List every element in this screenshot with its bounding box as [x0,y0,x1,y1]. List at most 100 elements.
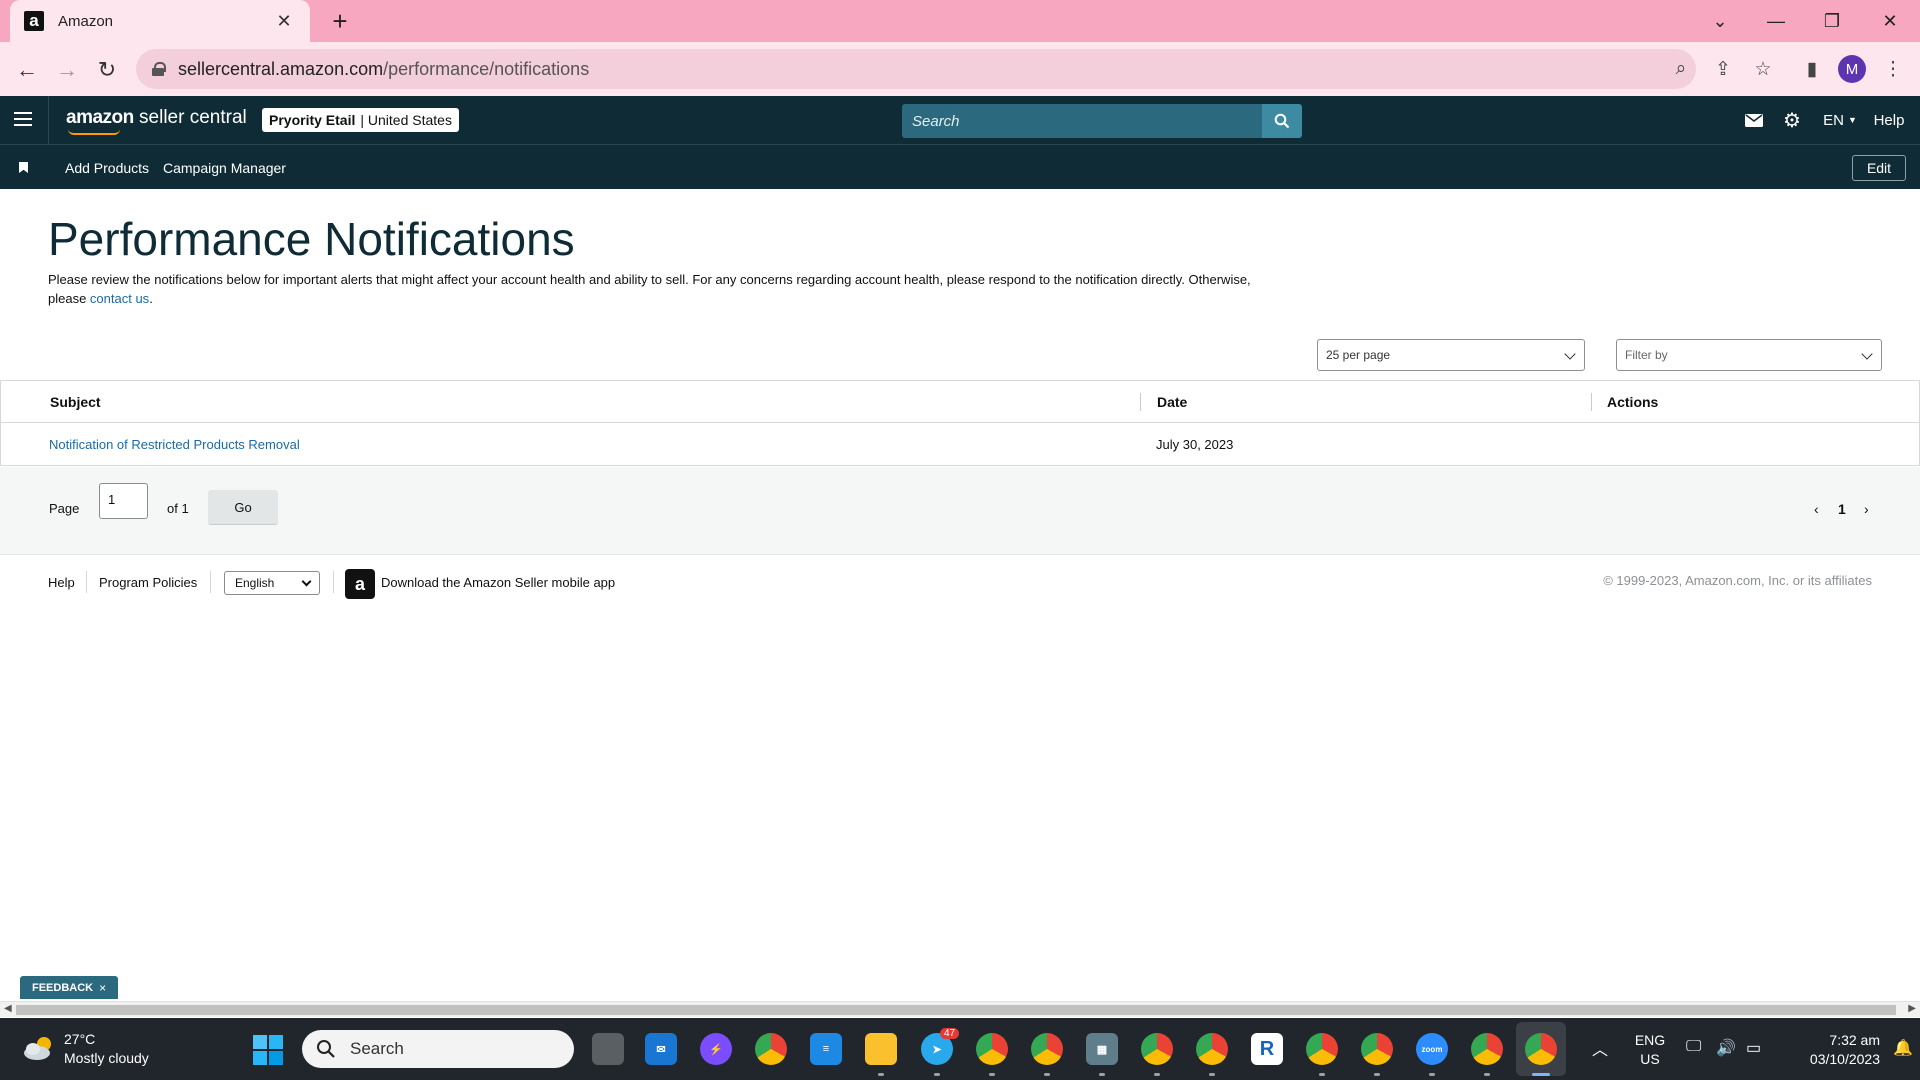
new-tab-icon[interactable]: + [325,6,355,36]
input-language[interactable]: ENG US [1630,1031,1670,1069]
chrome-profile-icon[interactable] [1031,1033,1063,1065]
contact-us-link[interactable]: contact us [90,291,149,306]
weather-widget[interactable]: 27°C Mostly cloudy [64,1030,149,1068]
footer-program-policies-link[interactable]: Program Policies [99,575,197,590]
bookmark-icon[interactable] [19,162,28,173]
chrome-profile-icon[interactable] [1471,1033,1503,1065]
chrome-icon[interactable] [755,1033,787,1065]
column-header-subject[interactable]: Subject [50,394,101,410]
help-link[interactable]: Help [1872,108,1906,132]
clock-date: 03/10/2023 [1809,1051,1880,1067]
per-page-select[interactable]: 25 per page [1317,339,1585,371]
clock-time: 7:32 am [1829,1032,1880,1048]
chrome-profile-icon[interactable] [1196,1033,1228,1065]
column-divider [1140,393,1141,411]
bookmark-campaign-manager[interactable]: Campaign Manager [163,160,286,176]
scroll-left-icon[interactable]: ◀ [4,1003,12,1014]
page-number-input[interactable]: 1 [99,483,148,519]
address-bar[interactable]: sellercentral.amazon.com/performance/not… [136,49,1696,89]
volume-icon[interactable]: 🔊 [1716,1038,1736,1058]
input-language-bottom: US [1640,1051,1660,1067]
current-page-number[interactable]: 1 [1838,501,1846,517]
back-icon[interactable]: ← [10,53,44,87]
next-page-icon[interactable]: › [1864,501,1869,517]
task-view-icon[interactable] [592,1033,624,1065]
seller-bookmarks-bar: Add Products Campaign Manager Edit [0,144,1920,189]
file-explorer-icon[interactable] [865,1033,897,1065]
feedback-button[interactable]: FEEDBACK × [20,976,119,999]
taskbar-search-label: Search [350,1039,404,1058]
zoom-app-icon[interactable]: zoom [1416,1033,1448,1065]
settings-gear-icon[interactable]: ⚙ [1782,108,1802,132]
network-icon[interactable]: 🖵 [1686,1038,1701,1056]
bookmark-star-icon[interactable]: ☆ [1746,52,1780,86]
go-button[interactable]: Go [208,490,278,525]
minimize-icon[interactable]: — [1756,6,1796,36]
share-icon[interactable]: ⇪ [1706,52,1740,86]
per-page-value: 25 per page [1326,348,1391,362]
search-icon [1274,113,1290,129]
bookmark-add-products[interactable]: Add Products [65,160,149,176]
chrome-profile-icon[interactable] [1306,1033,1338,1065]
intro-line-1: Please review the notifications below fo… [48,272,1251,287]
weather-cloud-icon[interactable] [22,1034,56,1062]
language-selector[interactable]: EN ▼ [1820,108,1860,132]
reload-icon[interactable]: ↻ [90,53,124,87]
messenger-icon[interactable]: ⚡ [700,1033,732,1065]
notepad-icon[interactable]: ≡ [810,1033,842,1065]
tab-search-chevron-icon[interactable]: ⌄ [1700,6,1740,36]
battery-icon[interactable]: ▭ [1746,1038,1761,1058]
chevron-down-icon [301,576,312,587]
calculator-icon[interactable]: ▦ [1086,1033,1118,1065]
clock[interactable]: 7:32 am 03/10/2023 [1780,1031,1880,1069]
account-switcher[interactable]: Pryority Etail | United States [262,108,459,132]
menu-icon[interactable] [14,112,32,126]
windows-taskbar: 27°C Mostly cloudy Search ✉ ⚡ ≡ ➤ 47 ▦ R… [0,1018,1920,1080]
tab-close-icon[interactable]: ✕ [272,11,296,32]
restore-icon[interactable]: ❐ [1812,6,1852,36]
r-app-icon[interactable]: R [1251,1033,1283,1065]
footer-help-link[interactable]: Help [48,575,75,590]
chrome-profile-icon[interactable] [1361,1033,1393,1065]
horizontal-scrollbar[interactable]: ◀ ▶ [0,1001,1920,1017]
feedback-close-icon[interactable]: × [99,981,106,995]
intro-end: . [149,290,153,306]
forward-icon[interactable]: → [50,53,84,87]
column-header-date[interactable]: Date [1157,394,1187,410]
browser-tab[interactable]: a Amazon ✕ [10,0,310,42]
mail-app-icon[interactable]: ✉ [645,1033,677,1065]
previous-page-icon[interactable]: ‹ [1814,501,1819,517]
filter-by-select[interactable]: Filter by [1616,339,1882,371]
amazon-favicon-icon: a [24,11,44,31]
side-panel-icon[interactable]: ▮ [1795,52,1829,86]
copyright-text: © 1999-2023, Amazon.com, Inc. or its aff… [1603,573,1872,588]
scrollbar-thumb[interactable] [16,1005,1896,1015]
notifications-icon[interactable]: 🔔 [1893,1038,1913,1058]
mail-icon[interactable] [1744,108,1764,132]
zoom-icon[interactable]: ⌕ [1664,52,1698,86]
profile-avatar[interactable]: M [1838,55,1866,83]
header-divider [48,96,49,144]
footer-language-select[interactable]: English [224,571,320,595]
chrome-profile-icon[interactable] [976,1033,1008,1065]
notification-subject-link[interactable]: Notification of Restricted Products Remo… [49,437,300,452]
active-indicator [1532,1073,1550,1076]
window-close-icon[interactable]: ✕ [1870,6,1910,36]
taskbar-search[interactable]: Search [302,1030,574,1068]
download-app-link[interactable]: Download the Amazon Seller mobile app [381,575,615,590]
edit-bookmarks-button[interactable]: Edit [1852,155,1906,181]
tray-chevron-up-icon[interactable]: ︿ [1592,1036,1608,1060]
feedback-label: FEEDBACK [32,981,94,994]
browser-menu-icon[interactable]: ⋮ [1876,52,1910,86]
running-indicator [1099,1073,1105,1076]
page-title: Performance Notifications [48,213,575,265]
scroll-right-icon[interactable]: ▶ [1908,1003,1916,1014]
weather-temperature: 27°C [64,1031,96,1047]
seller-central-logo[interactable]: amazon seller central [66,107,247,135]
windows-start-icon[interactable] [253,1035,283,1065]
amazon-app-icon[interactable]: a [345,569,375,599]
search-button[interactable] [1262,104,1302,138]
chrome-profile-icon[interactable] [1141,1033,1173,1065]
header-search-input[interactable]: Search [902,104,1262,138]
chrome-active-icon[interactable] [1525,1033,1557,1065]
